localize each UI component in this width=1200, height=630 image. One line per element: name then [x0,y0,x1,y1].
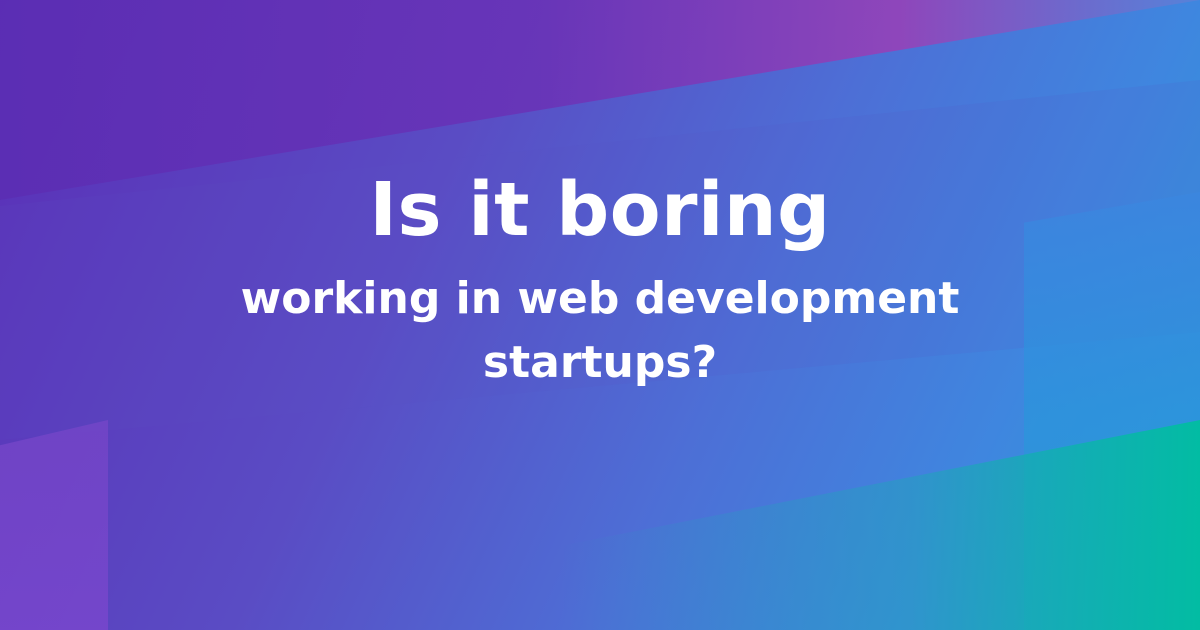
headline-subtitle-line-1: working in web development [240,273,960,325]
decorative-bottom-teal-band [560,420,1200,630]
social-share-card: Is it boring working in web development … [0,0,1200,630]
headline-title: Is it boring [369,167,831,253]
headline-block: Is it boring working in web development … [0,167,1200,395]
headline-subtitle: working in web development startups? [0,267,1200,395]
headline-subtitle-line-2: startups? [482,337,718,389]
decorative-left-block [0,420,108,630]
